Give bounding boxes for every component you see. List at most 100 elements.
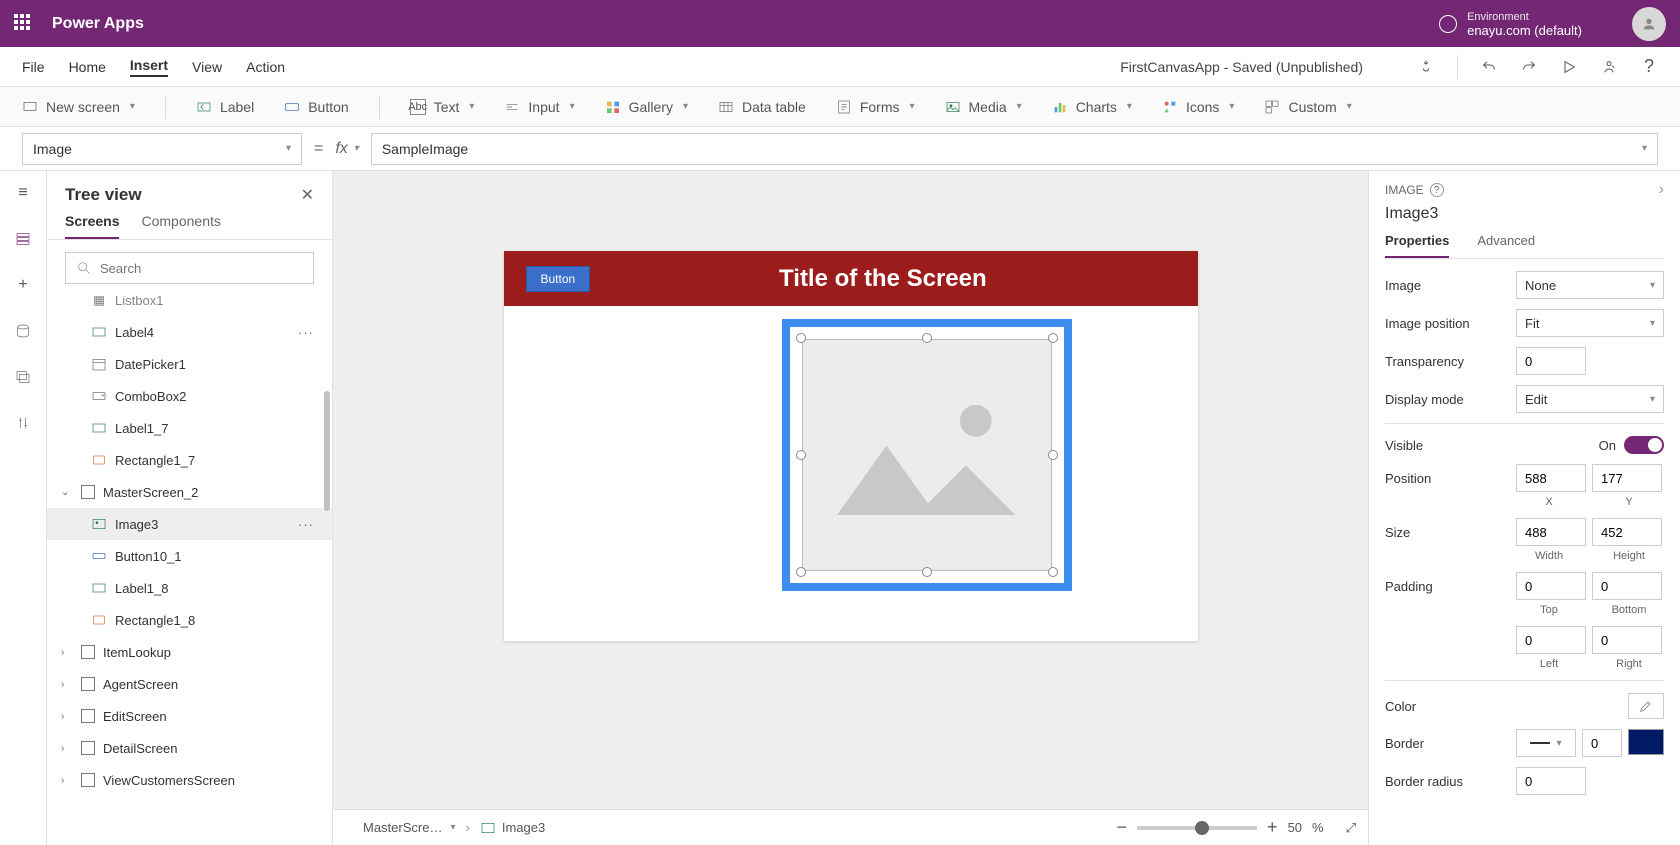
image-select[interactable]: None▾ (1516, 271, 1664, 299)
help-icon[interactable]: ? (1640, 58, 1658, 76)
tree-view-icon[interactable] (13, 229, 33, 249)
ribbon-input[interactable]: Input▾ (504, 99, 574, 115)
ribbon-custom[interactable]: Custom▾ (1264, 99, 1351, 115)
resize-handle[interactable] (796, 450, 806, 460)
ribbon-media[interactable]: Media▾ (945, 99, 1022, 115)
fit-icon[interactable]: ⤢ (1346, 820, 1356, 836)
tree-search[interactable] (65, 252, 314, 284)
selected-image-control[interactable] (782, 319, 1072, 591)
tree-item-label1-7[interactable]: Label1_7 (47, 412, 332, 444)
width-input[interactable] (1516, 518, 1586, 546)
ribbon-button[interactable]: Button (284, 99, 348, 115)
menu-home[interactable]: Home (69, 59, 106, 75)
visible-toggle[interactable] (1624, 436, 1664, 454)
play-icon[interactable] (1560, 58, 1578, 76)
more-icon[interactable]: ··· (298, 325, 314, 340)
property-selector[interactable]: Image▾ (22, 133, 302, 165)
insert-icon[interactable]: + (13, 275, 33, 295)
tab-screens[interactable]: Screens (65, 213, 119, 239)
tree-item-combobox2[interactable]: ComboBox2 (47, 380, 332, 412)
tree-item-listbox1[interactable]: ▦Listbox1 (47, 296, 332, 316)
zoom-slider[interactable] (1137, 826, 1257, 830)
app-launcher-icon[interactable] (14, 14, 34, 34)
ribbon-data-table[interactable]: Data table (718, 99, 806, 115)
tab-properties[interactable]: Properties (1385, 233, 1449, 258)
padding-left-input[interactable] (1516, 626, 1586, 654)
expand-icon[interactable]: › (61, 711, 73, 722)
resize-handle[interactable] (1048, 567, 1058, 577)
formula-input[interactable]: SampleImage▾ (371, 133, 1658, 165)
canvas-button[interactable]: Button (526, 266, 591, 292)
resize-handle[interactable] (796, 333, 806, 343)
padding-top-input[interactable] (1516, 572, 1586, 600)
image-position-select[interactable]: Fit▾ (1516, 309, 1664, 337)
tree-item-detailscreen[interactable]: ›DetailScreen (47, 732, 332, 764)
ribbon-forms[interactable]: Forms▾ (836, 99, 915, 115)
tree-item-label4[interactable]: Label4··· (47, 316, 332, 348)
share-icon[interactable] (1600, 58, 1618, 76)
resize-handle[interactable] (922, 333, 932, 343)
expand-icon[interactable]: › (61, 647, 73, 658)
user-avatar[interactable] (1632, 7, 1666, 41)
resize-handle[interactable] (1048, 450, 1058, 460)
undo-icon[interactable] (1480, 58, 1498, 76)
menu-action[interactable]: Action (246, 59, 285, 75)
ribbon-gallery[interactable]: Gallery▾ (605, 99, 688, 115)
position-y-input[interactable] (1592, 464, 1662, 492)
border-style-select[interactable]: ▾ (1516, 729, 1576, 757)
resize-handle[interactable] (796, 567, 806, 577)
media-rail-icon[interactable] (13, 367, 33, 387)
help-icon[interactable]: ? (1430, 183, 1444, 197)
tools-icon[interactable] (13, 413, 33, 433)
ribbon-text[interactable]: AbcText▾ (410, 99, 475, 115)
menu-file[interactable]: File (22, 59, 45, 75)
tree-item-label1-8[interactable]: Label1_8 (47, 572, 332, 604)
tree-item-image3[interactable]: Image3··· (47, 508, 332, 540)
ribbon-label[interactable]: Label (196, 99, 254, 115)
display-mode-select[interactable]: Edit▾ (1516, 385, 1664, 413)
close-icon[interactable]: ✕ (301, 185, 314, 205)
tree-item-rectangle1-8[interactable]: Rectangle1_8 (47, 604, 332, 636)
border-radius-input[interactable] (1516, 767, 1586, 795)
padding-right-input[interactable] (1592, 626, 1662, 654)
color-button[interactable] (1628, 693, 1664, 719)
transparency-input[interactable] (1516, 347, 1586, 375)
resize-handle[interactable] (922, 567, 932, 577)
tree-item-button10-1[interactable]: Button10_1 (47, 540, 332, 572)
scrollbar[interactable] (324, 391, 330, 511)
menu-view[interactable]: View (192, 59, 222, 75)
redo-icon[interactable] (1520, 58, 1538, 76)
more-icon[interactable]: ··· (298, 517, 314, 532)
expand-icon[interactable]: › (61, 775, 73, 786)
padding-bottom-input[interactable] (1592, 572, 1662, 600)
canvas-frame[interactable]: Button Title of the Screen (504, 251, 1198, 641)
border-color-swatch[interactable] (1628, 729, 1664, 755)
fx-label[interactable]: fx▾ (335, 140, 358, 158)
height-input[interactable] (1592, 518, 1662, 546)
environment-picker[interactable]: Environment enayu.com (default) (1439, 10, 1582, 38)
tree-item-itemlookup[interactable]: ›ItemLookup (47, 636, 332, 668)
ribbon-icons[interactable]: Icons▾ (1162, 99, 1235, 115)
expand-icon[interactable]: › (61, 743, 73, 754)
collapse-icon[interactable]: ⌄ (61, 487, 73, 498)
expand-icon[interactable]: › (61, 679, 73, 690)
ribbon-new-screen[interactable]: New screen▾ (22, 99, 135, 115)
position-x-input[interactable] (1516, 464, 1586, 492)
chevron-right-icon[interactable]: › (1659, 181, 1664, 199)
breadcrumb-selected[interactable]: Image3 (480, 820, 545, 836)
menu-insert[interactable]: Insert (130, 57, 168, 77)
tree-item-datepicker1[interactable]: DatePicker1 (47, 348, 332, 380)
zoom-in-icon[interactable]: + (1267, 817, 1278, 838)
breadcrumb-screen[interactable]: MasterScre…▾ (345, 820, 456, 835)
search-input[interactable] (100, 261, 303, 276)
ribbon-charts[interactable]: Charts▾ (1052, 99, 1132, 115)
app-checker-icon[interactable] (1417, 58, 1435, 76)
tree-item-masterscreen2[interactable]: ⌄MasterScreen_2 (47, 476, 332, 508)
tab-components[interactable]: Components (141, 213, 220, 239)
hamburger-icon[interactable]: ≡ (13, 183, 33, 203)
tree-item-viewcustomers[interactable]: ›ViewCustomersScreen (47, 764, 332, 796)
zoom-out-icon[interactable]: − (1117, 817, 1128, 838)
tree-item-agentscreen[interactable]: ›AgentScreen (47, 668, 332, 700)
tree-item-editscreen[interactable]: ›EditScreen (47, 700, 332, 732)
tab-advanced[interactable]: Advanced (1477, 233, 1535, 258)
